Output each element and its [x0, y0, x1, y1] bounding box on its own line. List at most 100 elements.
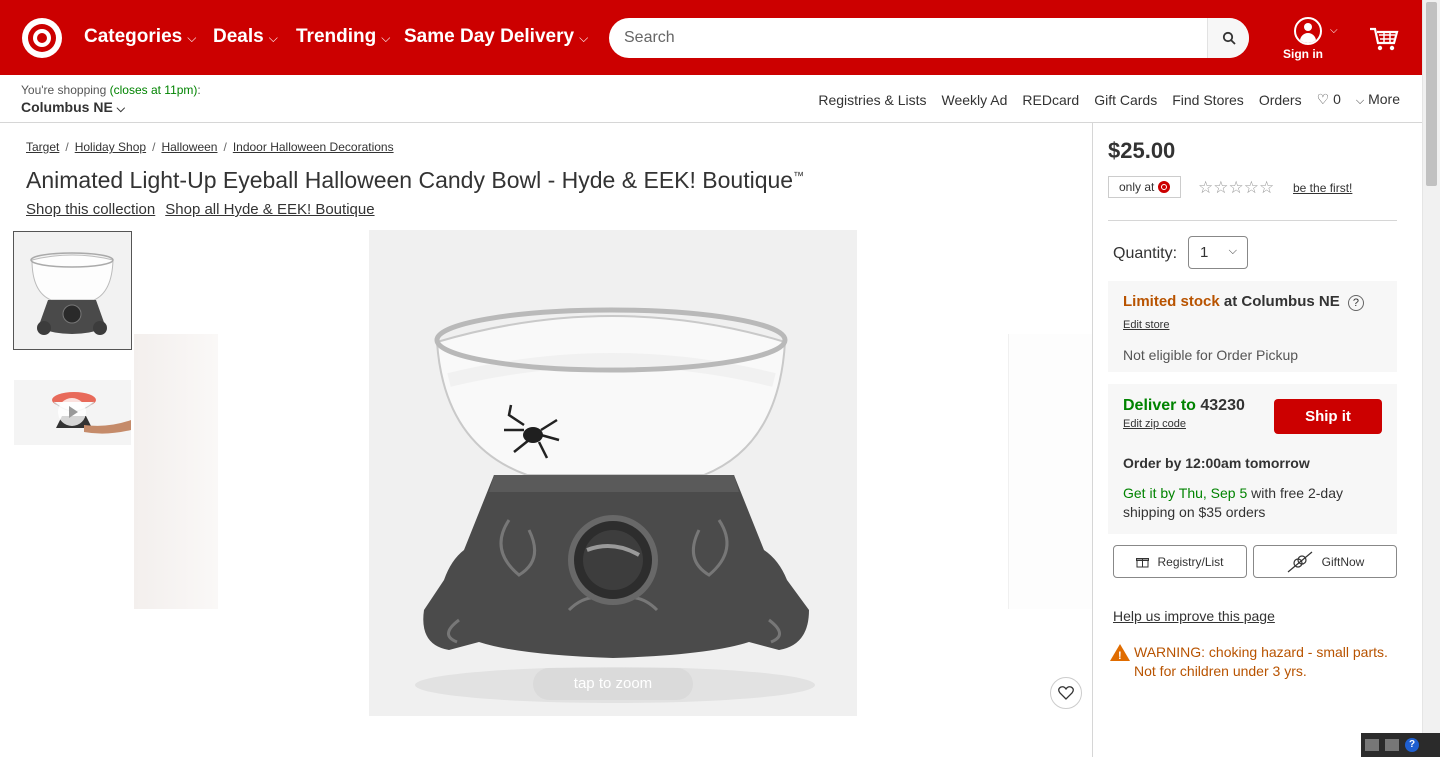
candy-bowl-thumbnail-image [14, 232, 131, 349]
cart-button[interactable] [1369, 26, 1399, 57]
chevron-down-icon: ⌵ [1228, 245, 1237, 257]
top-header: Categories ⌵ Deals ⌵ Trending ⌵ Same Day… [0, 0, 1422, 75]
input-icon[interactable] [1385, 739, 1399, 751]
utility-nav: Registries & Lists Weekly Ad REDcard Gif… [818, 91, 1400, 108]
stock-status: Limited stock at Columbus NE ? [1123, 293, 1364, 311]
trademark: ™ [793, 170, 805, 183]
candy-bowl-image [369, 230, 857, 716]
shop-brand-link[interactable]: Shop all Hyde & EEK! Boutique [165, 201, 374, 218]
giftnow-label: GiftNow [1321, 554, 1365, 569]
favorites-link[interactable]: ♡ 0 [1317, 91, 1341, 108]
gift-icon [1136, 557, 1150, 567]
nav-trending[interactable]: Trending ⌵ [296, 26, 390, 48]
be-first-review-link[interactable]: be the first! [1293, 181, 1352, 195]
sign-in-button[interactable]: ⌵ Sign in [1283, 17, 1349, 63]
page: Categories ⌵ Deals ⌵ Trending ⌵ Same Day… [0, 0, 1440, 757]
giftnow-icon [1287, 551, 1313, 572]
main-product-image[interactable]: tap to zoom [369, 230, 857, 716]
breadcrumb-target[interactable]: Target [26, 140, 59, 154]
link-find-stores[interactable]: Find Stores [1172, 92, 1244, 108]
quantity-label: Quantity: [1113, 245, 1178, 262]
page-scrollbar[interactable] [1422, 0, 1440, 757]
product-title-text: Animated Light-Up Eyeball Halloween Cand… [26, 167, 794, 193]
breadcrumb-indoor-decorations[interactable]: Indoor Halloween Decorations [233, 140, 394, 154]
colon: : [197, 83, 201, 97]
nav-deals[interactable]: Deals ⌵ [213, 26, 278, 48]
breadcrumb-halloween[interactable]: Halloween [161, 140, 217, 154]
adjacent-image-left [134, 334, 218, 609]
nav-same-day-delivery[interactable]: Same Day Delivery ⌵ [404, 26, 588, 48]
store-pickup-card: Limited stock at Columbus NE ? Edit stor… [1108, 281, 1397, 372]
store-bar: You're shopping (closes at 11pm): Columb… [0, 75, 1422, 123]
help-improve-link[interactable]: Help us improve this page [1113, 608, 1275, 624]
limited-stock-label: Limited stock [1123, 293, 1220, 310]
scrollbar-thumb[interactable] [1426, 2, 1437, 186]
heart-icon [1058, 686, 1074, 700]
quantity-select[interactable]: 1 ⌵ [1188, 236, 1248, 269]
collection-links: Shop this collection Shop all Hyde & EEK… [26, 201, 375, 218]
sign-in-label: Sign in [1283, 47, 1323, 61]
thumbnail-video[interactable] [14, 380, 131, 445]
shopping-prefix: You're shopping [21, 83, 107, 97]
pickup-note: Not eligible for Order Pickup [1123, 347, 1299, 363]
more-menu[interactable]: ⌵ More [1356, 91, 1400, 108]
edit-store-link[interactable]: Edit store [1123, 319, 1169, 331]
nav-categories[interactable]: Categories ⌵ [84, 26, 196, 48]
quantity-value: 1 [1200, 244, 1209, 261]
store-status: You're shopping (closes at 11pm): [21, 83, 201, 97]
link-gift-cards[interactable]: Gift Cards [1094, 92, 1157, 108]
product-title: Animated Light-Up Eyeball Halloween Cand… [26, 167, 804, 194]
store-name: Columbus NE [21, 99, 113, 115]
favorite-button[interactable] [1050, 677, 1082, 709]
account-icon [1294, 17, 1322, 45]
breadcrumb: Target / Holiday Shop / Halloween / Indoor Hal… [26, 140, 394, 154]
play-icon [58, 398, 86, 426]
edit-zip-link[interactable]: Edit zip code [1123, 418, 1186, 430]
search-input[interactable] [624, 29, 1194, 47]
help-icon[interactable]: ? [1347, 295, 1364, 311]
registry-list-label: Registry/List [1157, 554, 1224, 569]
chevron-down-icon: ⌵ [1355, 95, 1365, 107]
breadcrumb-holiday-shop[interactable]: Holiday Shop [75, 140, 146, 154]
thumbnail-1[interactable] [13, 231, 132, 350]
deliver-to-label: Deliver to [1123, 397, 1196, 414]
giftnow-button[interactable]: GiftNow [1253, 545, 1397, 578]
search-button[interactable] [1207, 18, 1249, 58]
more-label: More [1368, 91, 1400, 107]
help-circle-icon[interactable]: ? [1405, 738, 1419, 752]
link-registries[interactable]: Registries & Lists [818, 92, 926, 108]
search-bar [609, 18, 1249, 58]
store-location: at Columbus NE [1223, 293, 1340, 310]
order-by: Order by 12:00am tomorrow [1123, 455, 1310, 471]
get-it-by: Get it by Thu, Sep 5 [1123, 485, 1248, 501]
shop-collection-link[interactable]: Shop this collection [26, 201, 155, 218]
cart-icon [1370, 27, 1399, 51]
link-redcard[interactable]: REDcard [1022, 92, 1079, 108]
store-selector[interactable]: Columbus NE ⌵ [21, 99, 125, 116]
delivery-estimate: Get it by Thu, Sep 5 with free 2-day shi… [1123, 484, 1383, 522]
chevron-down-icon: ⌵ [579, 30, 589, 45]
price: $25.00 [1108, 138, 1176, 163]
nav-deals-label: Deals [213, 26, 264, 47]
tap-to-zoom-hint: tap to zoom [533, 668, 693, 700]
shipping-card: Deliver to 43230 Edit zip code Ship it O… [1108, 384, 1397, 534]
nav-same-day-delivery-label: Same Day Delivery [404, 26, 575, 47]
heart-icon: ♡ [1316, 91, 1330, 107]
rating-stars[interactable]: ☆☆☆☆☆ [1198, 178, 1274, 198]
closing-time: (closes at 11pm) [109, 83, 198, 97]
link-weekly-ad[interactable]: Weekly Ad [942, 92, 1008, 108]
chevron-down-icon: ⌵ [187, 30, 197, 45]
warning-line-1: WARNING: choking hazard - small parts. [1134, 644, 1388, 660]
keyboard-icon[interactable] [1365, 739, 1379, 751]
target-bullseye-icon [1158, 181, 1171, 193]
choking-warning: WARNING: choking hazard - small parts. N… [1110, 643, 1388, 681]
registry-list-button[interactable]: Registry/List [1113, 545, 1247, 578]
target-logo[interactable] [22, 18, 62, 58]
warning-line-2: Not for children under 3 yrs. [1134, 663, 1307, 679]
ship-it-button[interactable]: Ship it [1274, 399, 1382, 434]
favorites-count: 0 [1333, 91, 1341, 107]
nav-categories-label: Categories [84, 26, 183, 47]
adjacent-image-right [1008, 334, 1092, 609]
only-at-label: only at [1119, 180, 1155, 194]
link-orders[interactable]: Orders [1259, 92, 1302, 108]
